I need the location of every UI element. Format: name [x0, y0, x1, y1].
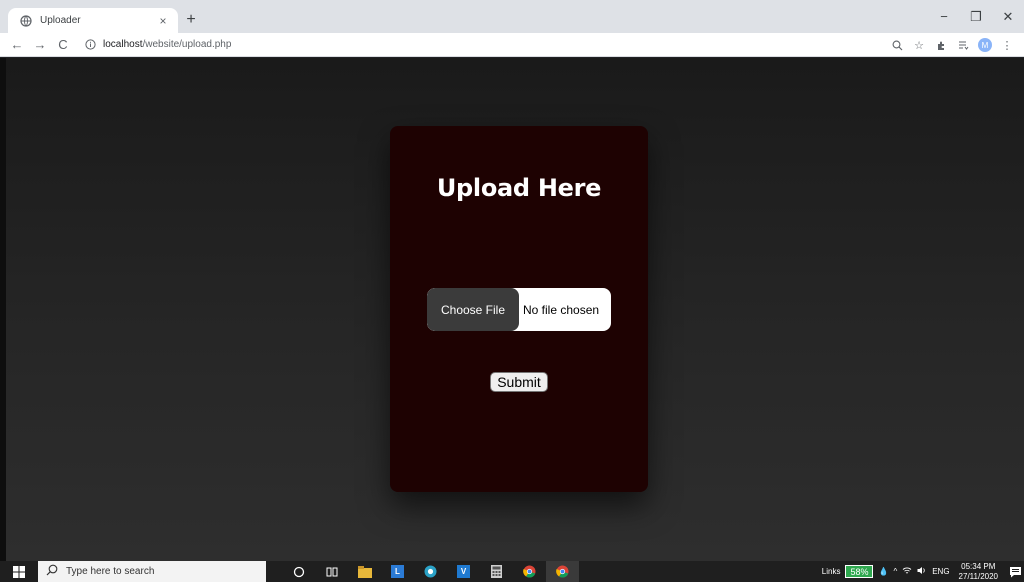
- url-host: localhost: [103, 39, 143, 50]
- close-tab-icon[interactable]: ×: [156, 14, 170, 28]
- task-view-icon[interactable]: [315, 561, 348, 582]
- cortana-icon[interactable]: [282, 561, 315, 582]
- reload-button[interactable]: C: [54, 35, 72, 55]
- url-text[interactable]: localhost/website/upload.php: [103, 39, 231, 50]
- upload-card: Upload Here Choose File No file chosen S…: [390, 126, 648, 492]
- search-placeholder: Type here to search: [66, 566, 155, 577]
- globe-icon: [20, 14, 32, 27]
- battery-indicator[interactable]: 58%: [845, 565, 874, 578]
- profile-avatar[interactable]: M: [978, 38, 992, 52]
- new-tab-button[interactable]: +: [182, 10, 200, 30]
- system-tray: Links 58% 💧 ^ ENG 05:34 PM 27/11/2020: [822, 561, 1024, 582]
- file-input[interactable]: Choose File No file chosen: [427, 288, 611, 331]
- calculator-icon[interactable]: [480, 561, 513, 582]
- restore-button[interactable]: ❐: [960, 0, 992, 33]
- clock-date: 27/11/2020: [958, 571, 998, 581]
- chrome-active-icon[interactable]: [546, 561, 579, 582]
- clock[interactable]: 05:34 PM 27/11/2020: [959, 562, 998, 582]
- language-indicator[interactable]: ENG: [932, 567, 949, 576]
- extensions-icon[interactable]: [930, 35, 952, 55]
- search-icon: [46, 563, 58, 581]
- l-app-icon[interactable]: L: [381, 561, 414, 582]
- back-button[interactable]: ←: [8, 35, 26, 55]
- browser-toolbar: ← → C localhost/website/upload.php ☆ M ⋮: [0, 33, 1024, 57]
- address-bar[interactable]: localhost/website/upload.php: [83, 35, 231, 55]
- zoom-icon[interactable]: [886, 35, 908, 55]
- browser-tab[interactable]: Uploader ×: [8, 8, 178, 33]
- windows-start-icon[interactable]: [0, 561, 38, 582]
- taskbar-apps: L V: [282, 561, 579, 582]
- info-icon[interactable]: [83, 39, 97, 50]
- forward-button[interactable]: →: [31, 35, 49, 55]
- submit-button[interactable]: Submit: [490, 372, 548, 392]
- notification-icon[interactable]: [1006, 561, 1024, 582]
- tab-strip: Uploader × + − ❐ ✕: [0, 0, 1024, 33]
- file-explorer-icon[interactable]: [348, 561, 381, 582]
- file-status-text: No file chosen: [523, 302, 600, 317]
- vs-code-icon[interactable]: V: [447, 561, 480, 582]
- windows-taskbar: Type here to search L V Links 58% 💧 ^ EN…: [0, 561, 1024, 582]
- toolbar-actions: ☆ M ⋮: [886, 33, 1018, 57]
- volume-icon[interactable]: [917, 566, 927, 577]
- page-title: Upload Here: [436, 174, 602, 202]
- menu-icon[interactable]: ⋮: [996, 35, 1018, 55]
- drop-icon[interactable]: 💧: [878, 567, 888, 576]
- left-edge: [0, 58, 6, 561]
- page-viewport: Upload Here Choose File No file chosen S…: [0, 58, 1024, 561]
- wifi-icon[interactable]: [902, 566, 912, 577]
- choose-file-button[interactable]: Choose File: [427, 288, 519, 331]
- reading-list-icon[interactable]: [952, 35, 974, 55]
- clock-time: 05:34 PM: [961, 561, 996, 571]
- star-icon[interactable]: ☆: [908, 35, 930, 55]
- links-label[interactable]: Links: [822, 567, 841, 576]
- window-controls: − ❐ ✕: [928, 0, 1024, 33]
- browser-icon[interactable]: [414, 561, 447, 582]
- minimize-button[interactable]: −: [928, 0, 960, 33]
- taskbar-search[interactable]: Type here to search: [38, 561, 266, 582]
- url-path: /website/upload.php: [142, 39, 232, 50]
- close-window-button[interactable]: ✕: [992, 0, 1024, 33]
- tab-title: Uploader: [40, 15, 81, 26]
- chrome-icon[interactable]: [513, 561, 546, 582]
- chevron-up-icon[interactable]: ^: [893, 567, 897, 576]
